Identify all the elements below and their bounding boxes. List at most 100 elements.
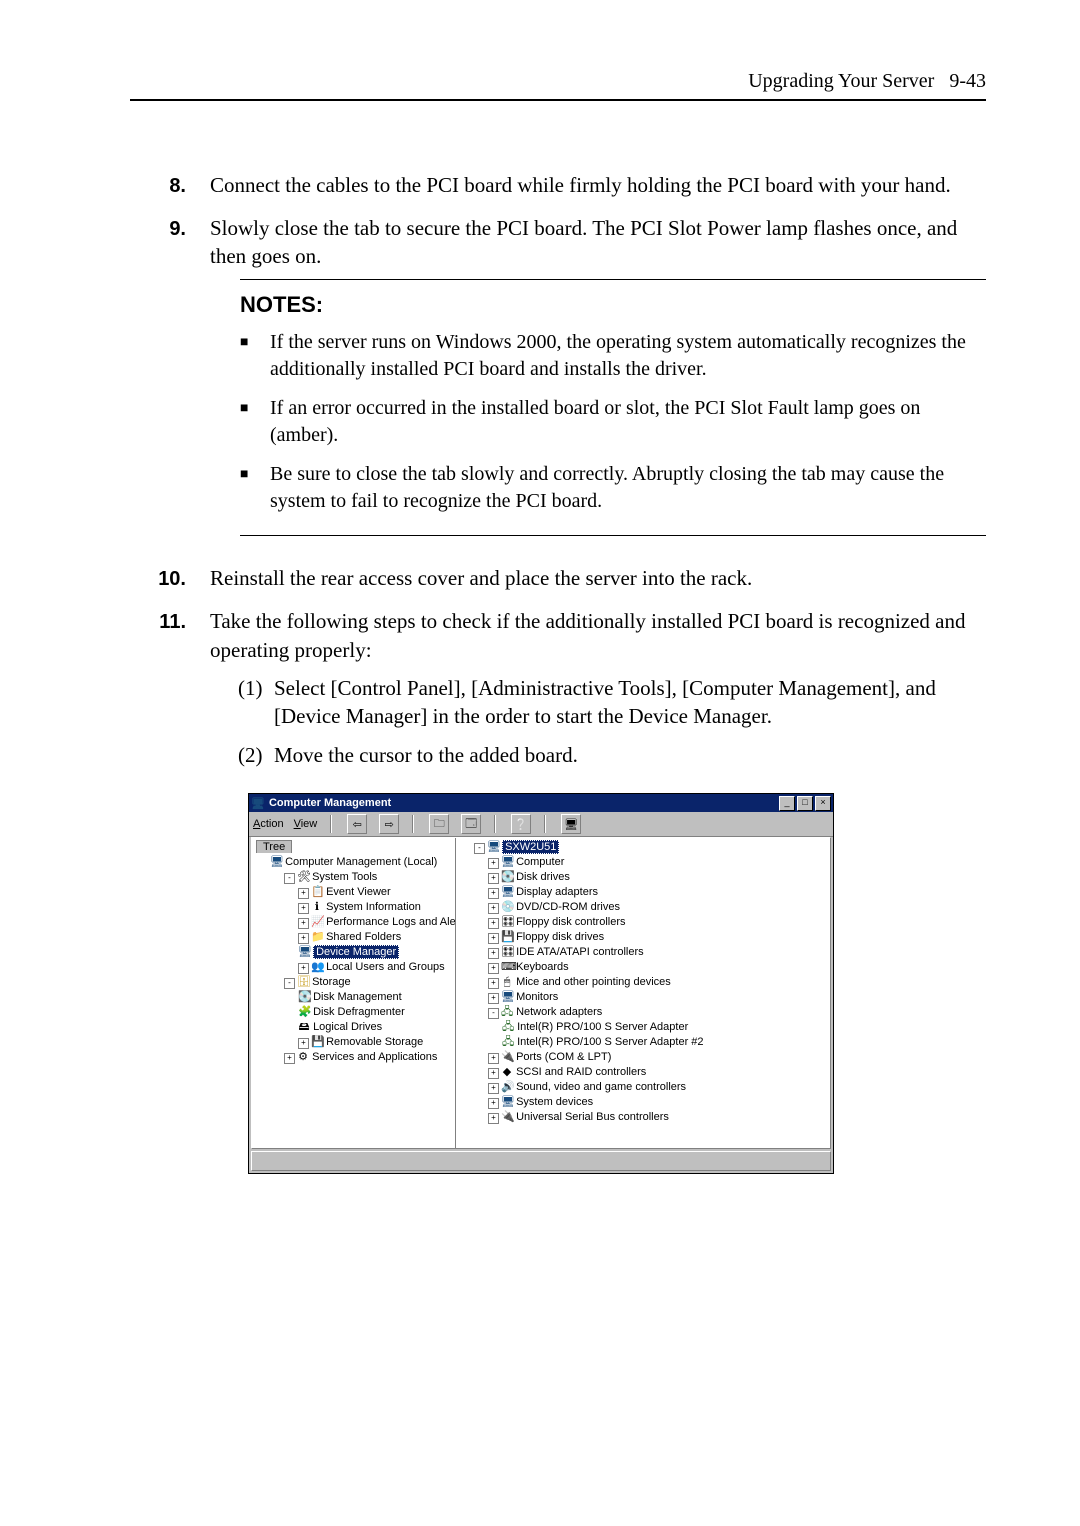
expand-icon[interactable]: + — [488, 948, 499, 959]
expand-icon[interactable]: + — [488, 903, 499, 914]
tree-label: Floppy disk drives — [516, 931, 604, 943]
notes-list: ■If the server runs on Windows 2000, the… — [240, 329, 986, 515]
sub-steps: (1)Select [Control Panel], [Administract… — [210, 674, 986, 769]
expand-icon[interactable]: + — [488, 1113, 499, 1124]
network-icon: 🖧 — [501, 1005, 513, 1020]
dev-monitors[interactable]: +🖥 Monitors — [488, 990, 826, 1005]
up-button[interactable]: 🗀 — [429, 814, 449, 834]
controller-icon: 🎛 — [501, 915, 513, 930]
expand-icon[interactable]: + — [298, 1038, 309, 1049]
collapse-icon[interactable]: - — [284, 978, 295, 989]
tree-item-services-apps[interactable]: +⚙ Services and Applications — [284, 1050, 451, 1065]
expand-icon[interactable]: + — [488, 888, 499, 899]
tree-item-storage[interactable]: -🗄 Storage 💽 Disk Management 🧩 Disk Defr… — [284, 975, 451, 1050]
window: 🖥Computer Management _ □ × AActionction … — [248, 793, 834, 1174]
floppy-icon: 💾 — [501, 930, 513, 945]
tree-item-logical-drives[interactable]: 🖴 Logical Drives — [298, 1020, 451, 1035]
expand-icon[interactable]: + — [298, 918, 309, 929]
dev-ide[interactable]: +🎛 IDE ATA/ATAPI controllers — [488, 945, 826, 960]
tree-item-shared-folders[interactable]: +📁 Shared Folders — [298, 930, 451, 945]
window-titlebar[interactable]: 🖥Computer Management _ □ × — [249, 794, 833, 812]
dev-mice[interactable]: +🖱 Mice and other pointing devices — [488, 975, 826, 990]
dev-scsi[interactable]: +◆ SCSI and RAID controllers — [488, 1065, 826, 1080]
dev-computer[interactable]: +🖥 Computer — [488, 855, 826, 870]
controller-icon: 🎛 — [501, 945, 513, 960]
expand-icon[interactable]: + — [488, 933, 499, 944]
step-11: 11. Take the following steps to check if… — [130, 607, 986, 779]
tree-item-disk-mgmt[interactable]: 💽 Disk Management — [298, 990, 451, 1005]
properties-button[interactable]: 🗔 — [461, 814, 481, 834]
dev-display-adapters[interactable]: +🖥 Display adapters — [488, 885, 826, 900]
expand-icon[interactable]: + — [488, 993, 499, 1004]
tree-item-system-tools[interactable]: -🛠 System Tools +📋 Event Viewer +ℹ Syste… — [284, 870, 451, 975]
scsi-icon: ◆ — [501, 1065, 513, 1080]
expand-icon[interactable]: + — [488, 918, 499, 929]
tree-root[interactable]: 🖥 Computer Management (Local) -🛠 System … — [270, 855, 451, 1065]
dev-nic1[interactable]: 🖧 Intel(R) PRO/100 S Server Adapter — [502, 1020, 826, 1035]
tree-label: Intel(R) PRO/100 S Server Adapter #2 — [517, 1036, 703, 1048]
expand-icon[interactable]: + — [488, 1053, 499, 1064]
maximize-button[interactable]: □ — [797, 796, 813, 811]
substep-2: (2)Move the cursor to the added board. — [238, 741, 986, 769]
tree-item-device-manager[interactable]: 🖥 Device Manager — [298, 945, 451, 960]
menu-action[interactable]: AActionction — [253, 818, 284, 830]
dev-system-devices[interactable]: +🖥 System devices — [488, 1095, 826, 1110]
close-button[interactable]: × — [815, 796, 831, 811]
monitor-icon: 🖥 — [501, 990, 513, 1005]
expand-icon[interactable]: + — [488, 978, 499, 989]
tree-item-perf-logs[interactable]: +📈 Performance Logs and Alerts — [298, 915, 451, 930]
tree-item-event-viewer[interactable]: +📋 Event Viewer — [298, 885, 451, 900]
display-icon: 🖥 — [501, 885, 513, 900]
tree-label: Local Users and Groups — [326, 961, 445, 973]
tree-tab[interactable]: Tree — [256, 840, 292, 853]
dev-disk-drives[interactable]: +💽 Disk drives — [488, 870, 826, 885]
menu-view[interactable]: VViewiew — [294, 818, 318, 830]
minimize-button[interactable]: _ — [779, 796, 795, 811]
dev-floppy-drives[interactable]: +💾 Floppy disk drives — [488, 930, 826, 945]
expand-icon[interactable]: + — [298, 888, 309, 899]
collapse-icon[interactable]: - — [284, 873, 295, 884]
expand-icon[interactable]: + — [298, 903, 309, 914]
step-number: 9. — [130, 214, 210, 550]
dev-ports[interactable]: +🔌 Ports (COM & LPT) — [488, 1050, 826, 1065]
collapse-icon[interactable]: - — [474, 843, 485, 854]
note-item: ■If an error occurred in the installed b… — [240, 395, 986, 449]
tree-label: Event Viewer — [326, 886, 391, 898]
dev-sound[interactable]: +🔊 Sound, video and game controllers — [488, 1080, 826, 1095]
header-page-number: 9-43 — [949, 70, 986, 92]
expand-icon[interactable]: + — [488, 1068, 499, 1079]
tree-label: System Information — [326, 901, 421, 913]
menubar: AActionction VViewiew ⇦ ⇨ 🗀 🗔 ❔ 🖥 — [249, 812, 833, 837]
expand-icon[interactable]: + — [284, 1053, 295, 1064]
step-9: 9. Slowly close the tab to secure the PC… — [130, 214, 986, 550]
tree-item-removable-storage[interactable]: +💾 Removable Storage — [298, 1035, 451, 1050]
tree-label: Logical Drives — [313, 1021, 382, 1033]
tree-item-local-users[interactable]: +👥 Local Users and Groups — [298, 960, 451, 975]
dev-keyboards[interactable]: +⌨ Keyboards — [488, 960, 826, 975]
help-button[interactable]: ❔ — [511, 814, 531, 834]
device-manager-icon: 🖥 — [298, 945, 310, 960]
back-button[interactable]: ⇦ — [347, 814, 367, 834]
dev-nic2[interactable]: 🖧 Intel(R) PRO/100 S Server Adapter #2 — [502, 1035, 826, 1050]
expand-icon[interactable]: + — [488, 1083, 499, 1094]
forward-button[interactable]: ⇨ — [379, 814, 399, 834]
storage-icon: 🗄 — [297, 975, 309, 990]
collapse-icon[interactable]: - — [488, 1008, 499, 1019]
step-number: 8. — [130, 171, 210, 200]
tree-label: System Tools — [312, 871, 377, 883]
tree-item-system-information[interactable]: +ℹ System Information — [298, 900, 451, 915]
dev-network-adapters[interactable]: -🖧 Network adapters 🖧 Intel(R) PRO/100 S… — [488, 1005, 826, 1050]
tree-item-disk-defrag[interactable]: 🧩 Disk Defragmenter — [298, 1005, 451, 1020]
dev-usb[interactable]: +🔌 Universal Serial Bus controllers — [488, 1110, 826, 1125]
expand-icon[interactable]: + — [488, 858, 499, 869]
expand-icon[interactable]: + — [298, 933, 309, 944]
expand-icon[interactable]: + — [298, 963, 309, 974]
expand-icon[interactable]: + — [488, 963, 499, 974]
refresh-button[interactable]: 🖥 — [561, 814, 581, 834]
expand-icon[interactable]: + — [488, 1098, 499, 1109]
device-root[interactable]: -🖥 SXW2U51 +🖥 Computer +💽 Disk drives +🖥… — [474, 840, 826, 1125]
dev-floppy-ctrl[interactable]: +🎛 Floppy disk controllers — [488, 915, 826, 930]
expand-icon[interactable]: + — [488, 873, 499, 884]
tree-label: Keyboards — [516, 961, 569, 973]
dev-dvd-cd[interactable]: +💿 DVD/CD-ROM drives — [488, 900, 826, 915]
